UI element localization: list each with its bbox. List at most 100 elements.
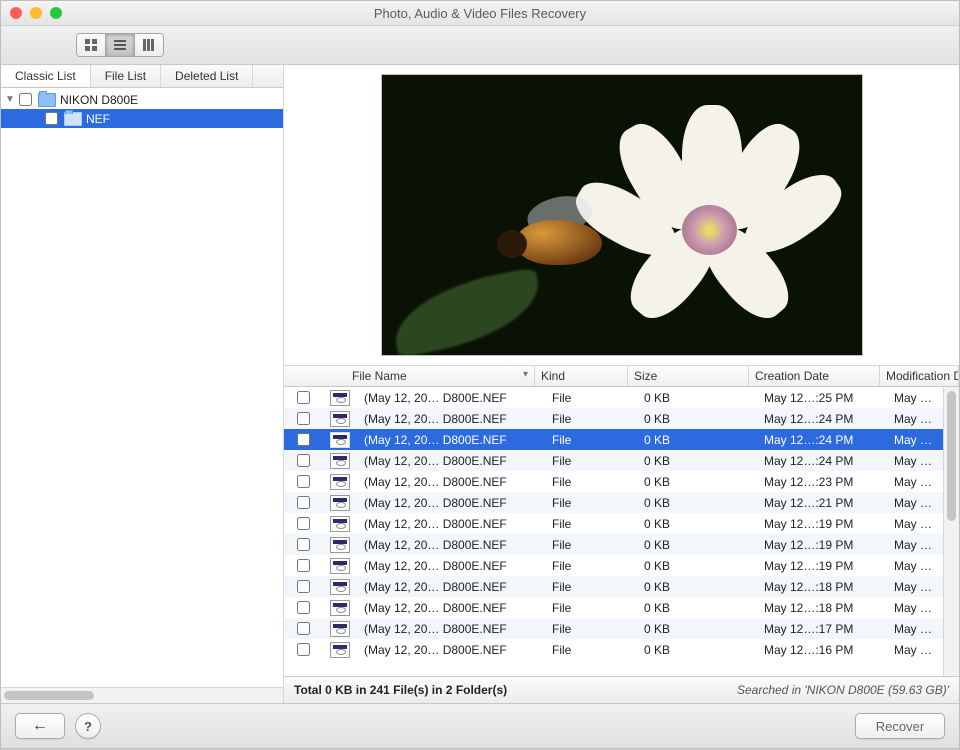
file-thumbnail-icon bbox=[330, 495, 350, 511]
scrollbar-thumb[interactable] bbox=[947, 391, 956, 521]
recover-button[interactable]: Recover bbox=[855, 713, 945, 739]
tree-label-nef: NEF bbox=[86, 112, 110, 126]
table-body[interactable]: (May 12, 20… D800E.NEFFile0 KBMay 12…:25… bbox=[284, 387, 943, 676]
table-row[interactable]: (May 12, 20… D800E.NEFFile0 KBMay 12…:17… bbox=[284, 618, 943, 639]
cell-created: May 12…:17 PM bbox=[758, 622, 888, 636]
sidebar-tabs: Classic List File List Deleted List bbox=[1, 65, 283, 88]
th-filename[interactable]: File Name bbox=[346, 366, 535, 386]
row-checkbox[interactable] bbox=[297, 517, 310, 530]
th-kind[interactable]: Kind bbox=[535, 366, 628, 386]
cell-filename: (May 12, 20… D800E.NEF bbox=[358, 391, 546, 405]
cell-created: May 12…:19 PM bbox=[758, 517, 888, 531]
cell-created: May 12…:19 PM bbox=[758, 559, 888, 573]
cell-modified: May 12…:19 PM bbox=[888, 538, 943, 552]
cell-filename: (May 12, 20… D800E.NEF bbox=[358, 601, 546, 615]
view-mode-grid[interactable] bbox=[77, 34, 106, 56]
table-row[interactable]: (May 12, 20… D800E.NEFFile0 KBMay 12…:23… bbox=[284, 471, 943, 492]
cell-modified: May 12…:19 PM bbox=[888, 517, 943, 531]
table-row[interactable]: (May 12, 20… D800E.NEFFile0 KBMay 12…:25… bbox=[284, 387, 943, 408]
help-button[interactable]: ? bbox=[75, 713, 101, 739]
disclosure-triangle-icon[interactable]: ▼ bbox=[5, 94, 15, 105]
file-thumbnail-icon bbox=[330, 474, 350, 490]
row-checkbox[interactable] bbox=[297, 601, 310, 614]
table-v-scrollbar[interactable] bbox=[943, 387, 959, 676]
file-thumbnail-icon bbox=[330, 600, 350, 616]
tree-checkbox-nef[interactable] bbox=[45, 112, 58, 125]
table-row[interactable]: (May 12, 20… D800E.NEFFile0 KBMay 12…:24… bbox=[284, 408, 943, 429]
table-row[interactable]: (May 12, 20… D800E.NEFFile0 KBMay 12…:21… bbox=[284, 492, 943, 513]
sidebar: Classic List File List Deleted List ▼ NI… bbox=[1, 65, 284, 703]
table-row[interactable]: (May 12, 20… D800E.NEFFile0 KBMay 12…:18… bbox=[284, 576, 943, 597]
file-thumbnail-icon bbox=[330, 432, 350, 448]
row-checkbox[interactable] bbox=[297, 433, 310, 446]
cell-filename: (May 12, 20… D800E.NEF bbox=[358, 622, 546, 636]
table-row[interactable]: (May 12, 20… D800E.NEFFile0 KBMay 12…:19… bbox=[284, 534, 943, 555]
row-checkbox[interactable] bbox=[297, 475, 310, 488]
cell-filename: (May 12, 20… D800E.NEF bbox=[358, 454, 546, 468]
table-row[interactable]: (May 12, 20… D800E.NEFFile0 KBMay 12…:24… bbox=[284, 429, 943, 450]
cell-size: 0 KB bbox=[638, 622, 758, 636]
row-checkbox[interactable] bbox=[297, 454, 310, 467]
row-checkbox[interactable] bbox=[297, 643, 310, 656]
cell-modified: May 12…:24 PM bbox=[888, 454, 943, 468]
file-thumbnail-icon bbox=[330, 453, 350, 469]
table-row[interactable]: (May 12, 20… D800E.NEFFile0 KBMay 12…:19… bbox=[284, 513, 943, 534]
folder-icon bbox=[64, 112, 82, 126]
cell-filename: (May 12, 20… D800E.NEF bbox=[358, 412, 546, 426]
file-thumbnail-icon bbox=[330, 558, 350, 574]
view-mode-columns[interactable] bbox=[135, 34, 163, 56]
row-checkbox[interactable] bbox=[297, 391, 310, 404]
tree-checkbox-root[interactable] bbox=[19, 93, 32, 106]
row-checkbox[interactable] bbox=[297, 580, 310, 593]
table-row[interactable]: (May 12, 20… D800E.NEFFile0 KBMay 12…:16… bbox=[284, 639, 943, 660]
cell-modified: May 12…:18 PM bbox=[888, 601, 943, 615]
status-summary: Total 0 KB in 241 File(s) in 2 Folder(s) bbox=[294, 683, 507, 697]
cell-filename: (May 12, 20… D800E.NEF bbox=[358, 517, 546, 531]
status-bar: Total 0 KB in 241 File(s) in 2 Folder(s)… bbox=[284, 676, 959, 703]
cell-modified: May 12…:25 PM bbox=[888, 391, 943, 405]
view-mode-list[interactable] bbox=[106, 34, 135, 56]
file-thumbnail-icon bbox=[330, 579, 350, 595]
table-row[interactable]: (May 12, 20… D800E.NEFFile0 KB May 12…:18… bbox=[284, 597, 943, 618]
th-created[interactable]: Creation Date bbox=[749, 366, 880, 386]
sidebar-h-scrollbar[interactable] bbox=[1, 687, 283, 703]
tab-file-list[interactable]: File List bbox=[91, 65, 161, 87]
th-size[interactable]: Size bbox=[628, 366, 749, 386]
preview-image bbox=[381, 74, 863, 356]
app-window: Photo, Audio & Video Files Recovery Clas… bbox=[0, 0, 960, 750]
cell-kind: File bbox=[546, 412, 638, 426]
cell-size: 0 KB bbox=[638, 559, 758, 573]
table-row[interactable]: (May 12, 20… D800E.NEFFile0 KBMay 12…:19… bbox=[284, 555, 943, 576]
bottom-left-buttons: ← ? bbox=[15, 713, 101, 739]
back-button[interactable]: ← bbox=[15, 713, 65, 739]
cell-created: May 12…:24 PM bbox=[758, 433, 888, 447]
titlebar: Photo, Audio & Video Files Recovery bbox=[1, 1, 959, 26]
cell-created: May 12…:24 PM bbox=[758, 454, 888, 468]
row-checkbox[interactable] bbox=[297, 496, 310, 509]
file-thumbnail-icon bbox=[330, 642, 350, 658]
tab-deleted-list[interactable]: Deleted List bbox=[161, 65, 253, 87]
row-checkbox[interactable] bbox=[297, 559, 310, 572]
th-modified[interactable]: Modification Date bbox=[880, 366, 959, 386]
tab-classic-list[interactable]: Classic List bbox=[1, 65, 91, 87]
scrollbar-thumb[interactable] bbox=[4, 691, 94, 700]
file-thumbnail-icon bbox=[330, 537, 350, 553]
cell-kind: File bbox=[546, 622, 638, 636]
tree-label-root: NIKON D800E bbox=[60, 93, 138, 107]
cell-size: 0 KB bbox=[638, 601, 758, 615]
row-checkbox[interactable] bbox=[297, 538, 310, 551]
row-checkbox[interactable] bbox=[297, 622, 310, 635]
cell-kind: File bbox=[546, 601, 638, 615]
cell-filename: (May 12, 20… D800E.NEF bbox=[358, 433, 546, 447]
row-checkbox[interactable] bbox=[297, 412, 310, 425]
table-row[interactable]: (May 12, 20… D800E.NEFFile0 KBMay 12…:24… bbox=[284, 450, 943, 471]
window-title: Photo, Audio & Video Files Recovery bbox=[1, 6, 959, 21]
tree-row-root[interactable]: ▼ NIKON D800E bbox=[1, 90, 283, 109]
grid-icon bbox=[85, 39, 97, 51]
folder-tree[interactable]: ▼ NIKON D800E NEF bbox=[1, 88, 283, 687]
cell-kind: File bbox=[546, 391, 638, 405]
cell-kind: File bbox=[546, 517, 638, 531]
cell-modified: May 12…:16 PM bbox=[888, 643, 943, 657]
cell-created: May 12…:25 PM bbox=[758, 391, 888, 405]
tree-row-nef[interactable]: NEF bbox=[1, 109, 283, 128]
